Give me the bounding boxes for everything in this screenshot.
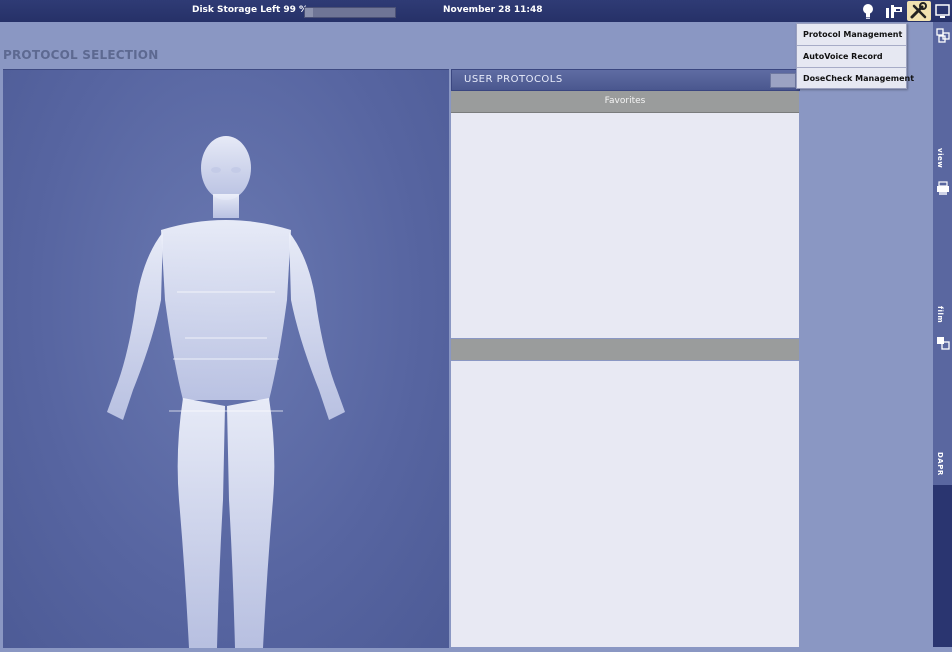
disk-storage-fill <box>305 8 314 17</box>
datetime-display: November 28 11:48 <box>443 5 543 15</box>
disk-storage-label: Disk Storage Left 99 % <box>192 5 309 15</box>
menu-item-protocol-management[interactable]: Protocol Management <box>797 24 906 46</box>
human-body-figure[interactable] <box>3 70 449 648</box>
protocols-section-header <box>451 339 799 360</box>
collapse-button[interactable] <box>770 73 796 88</box>
menu-item-autovoice-record[interactable]: AutoVoice Record <box>797 46 906 68</box>
tools-dropdown-menu: Protocol Management AutoVoice Record Dos… <box>796 23 914 89</box>
monitor-icon[interactable] <box>935 2 951 20</box>
lightbulb-icon[interactable] <box>857 2 879 20</box>
right-tool-rail: view film DAPR <box>933 22 952 647</box>
tools-icon[interactable] <box>883 2 905 20</box>
rail-label-view[interactable]: view <box>936 148 944 168</box>
grid-icon[interactable] <box>935 27 951 43</box>
favorites-list[interactable] <box>451 113 799 338</box>
disk-storage-bar <box>304 7 396 18</box>
layers-icon[interactable] <box>935 335 951 351</box>
top-status-bar: Disk Storage Left 99 % November 28 11:48 <box>0 0 952 22</box>
rail-label-film[interactable]: film <box>936 306 944 323</box>
menu-item-dosecheck-management[interactable]: DoseCheck Management <box>797 68 914 89</box>
printer-icon[interactable] <box>935 180 951 196</box>
user-protocols-title: USER PROTOCOLS <box>464 74 563 85</box>
favorites-header: Favorites <box>451 91 799 113</box>
anatomy-panel <box>3 69 449 648</box>
wrench-icon[interactable] <box>907 1 931 21</box>
protocols-list[interactable] <box>451 361 799 647</box>
page-title: PROTOCOL SELECTION <box>3 48 159 62</box>
user-protocols-header: USER PROTOCOLS <box>451 69 800 91</box>
rail-label-dapr[interactable]: DAPR <box>936 452 944 476</box>
